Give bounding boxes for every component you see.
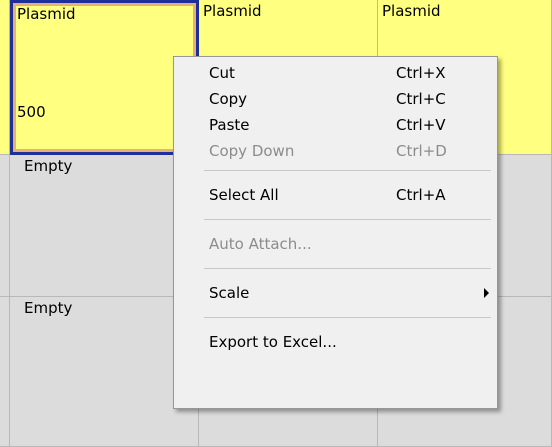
menu-item-label: Cut	[209, 64, 235, 82]
menu-item-label: Scale	[209, 284, 250, 302]
menu-item-paste[interactable]: Paste Ctrl+V	[174, 112, 497, 138]
menu-item-shortcut: Ctrl+A	[396, 186, 446, 204]
context-menu: Cut Ctrl+X Copy Ctrl+C Paste Ctrl+V Copy…	[173, 56, 498, 409]
menu-separator	[204, 170, 491, 171]
menu-item-cut[interactable]: Cut Ctrl+X	[174, 60, 497, 86]
menu-item-shortcut: Ctrl+V	[396, 116, 446, 134]
cell-label: Plasmid	[17, 5, 76, 23]
grid-cell-r1-c0[interactable]	[0, 0, 10, 155]
menu-item-scale[interactable]: Scale	[174, 275, 497, 311]
menu-item-shortcut: Ctrl+C	[396, 90, 446, 108]
cell-label: Plasmid	[382, 2, 441, 20]
cell-label: Empty	[24, 157, 73, 175]
grid-cell-r2-c0[interactable]	[0, 155, 10, 297]
menu-item-auto-attach[interactable]: Auto Attach...	[174, 226, 497, 262]
menu-separator	[204, 219, 491, 220]
grid-cell-r2-c1[interactable]: Empty	[10, 155, 199, 297]
menu-item-copy-down[interactable]: Copy Down Ctrl+D	[174, 138, 497, 164]
grid-cell-r1-c1[interactable]: Plasmid 500	[10, 0, 199, 155]
menu-separator	[204, 317, 491, 318]
menu-item-label: Select All	[209, 186, 279, 204]
menu-separator	[204, 268, 491, 269]
grid-cell-r3-c1[interactable]: Empty	[10, 297, 199, 447]
cell-value: 500	[17, 103, 46, 121]
grid-cell-r3-c0[interactable]	[0, 297, 10, 447]
menu-item-label: Copy Down	[209, 142, 295, 160]
cell-label: Plasmid	[203, 2, 262, 20]
submenu-arrow-icon	[484, 288, 489, 298]
menu-item-shortcut: Ctrl+D	[396, 142, 447, 160]
menu-item-export-to-excel[interactable]: Export to Excel...	[174, 324, 497, 360]
menu-item-label: Auto Attach...	[209, 235, 312, 253]
menu-item-copy[interactable]: Copy Ctrl+C	[174, 86, 497, 112]
menu-item-label: Paste	[209, 116, 250, 134]
menu-item-label: Copy	[209, 90, 248, 108]
menu-item-shortcut: Ctrl+X	[396, 64, 446, 82]
cell-label: Empty	[24, 299, 73, 317]
menu-item-select-all[interactable]: Select All Ctrl+A	[174, 177, 497, 213]
menu-item-label: Export to Excel...	[209, 333, 337, 351]
